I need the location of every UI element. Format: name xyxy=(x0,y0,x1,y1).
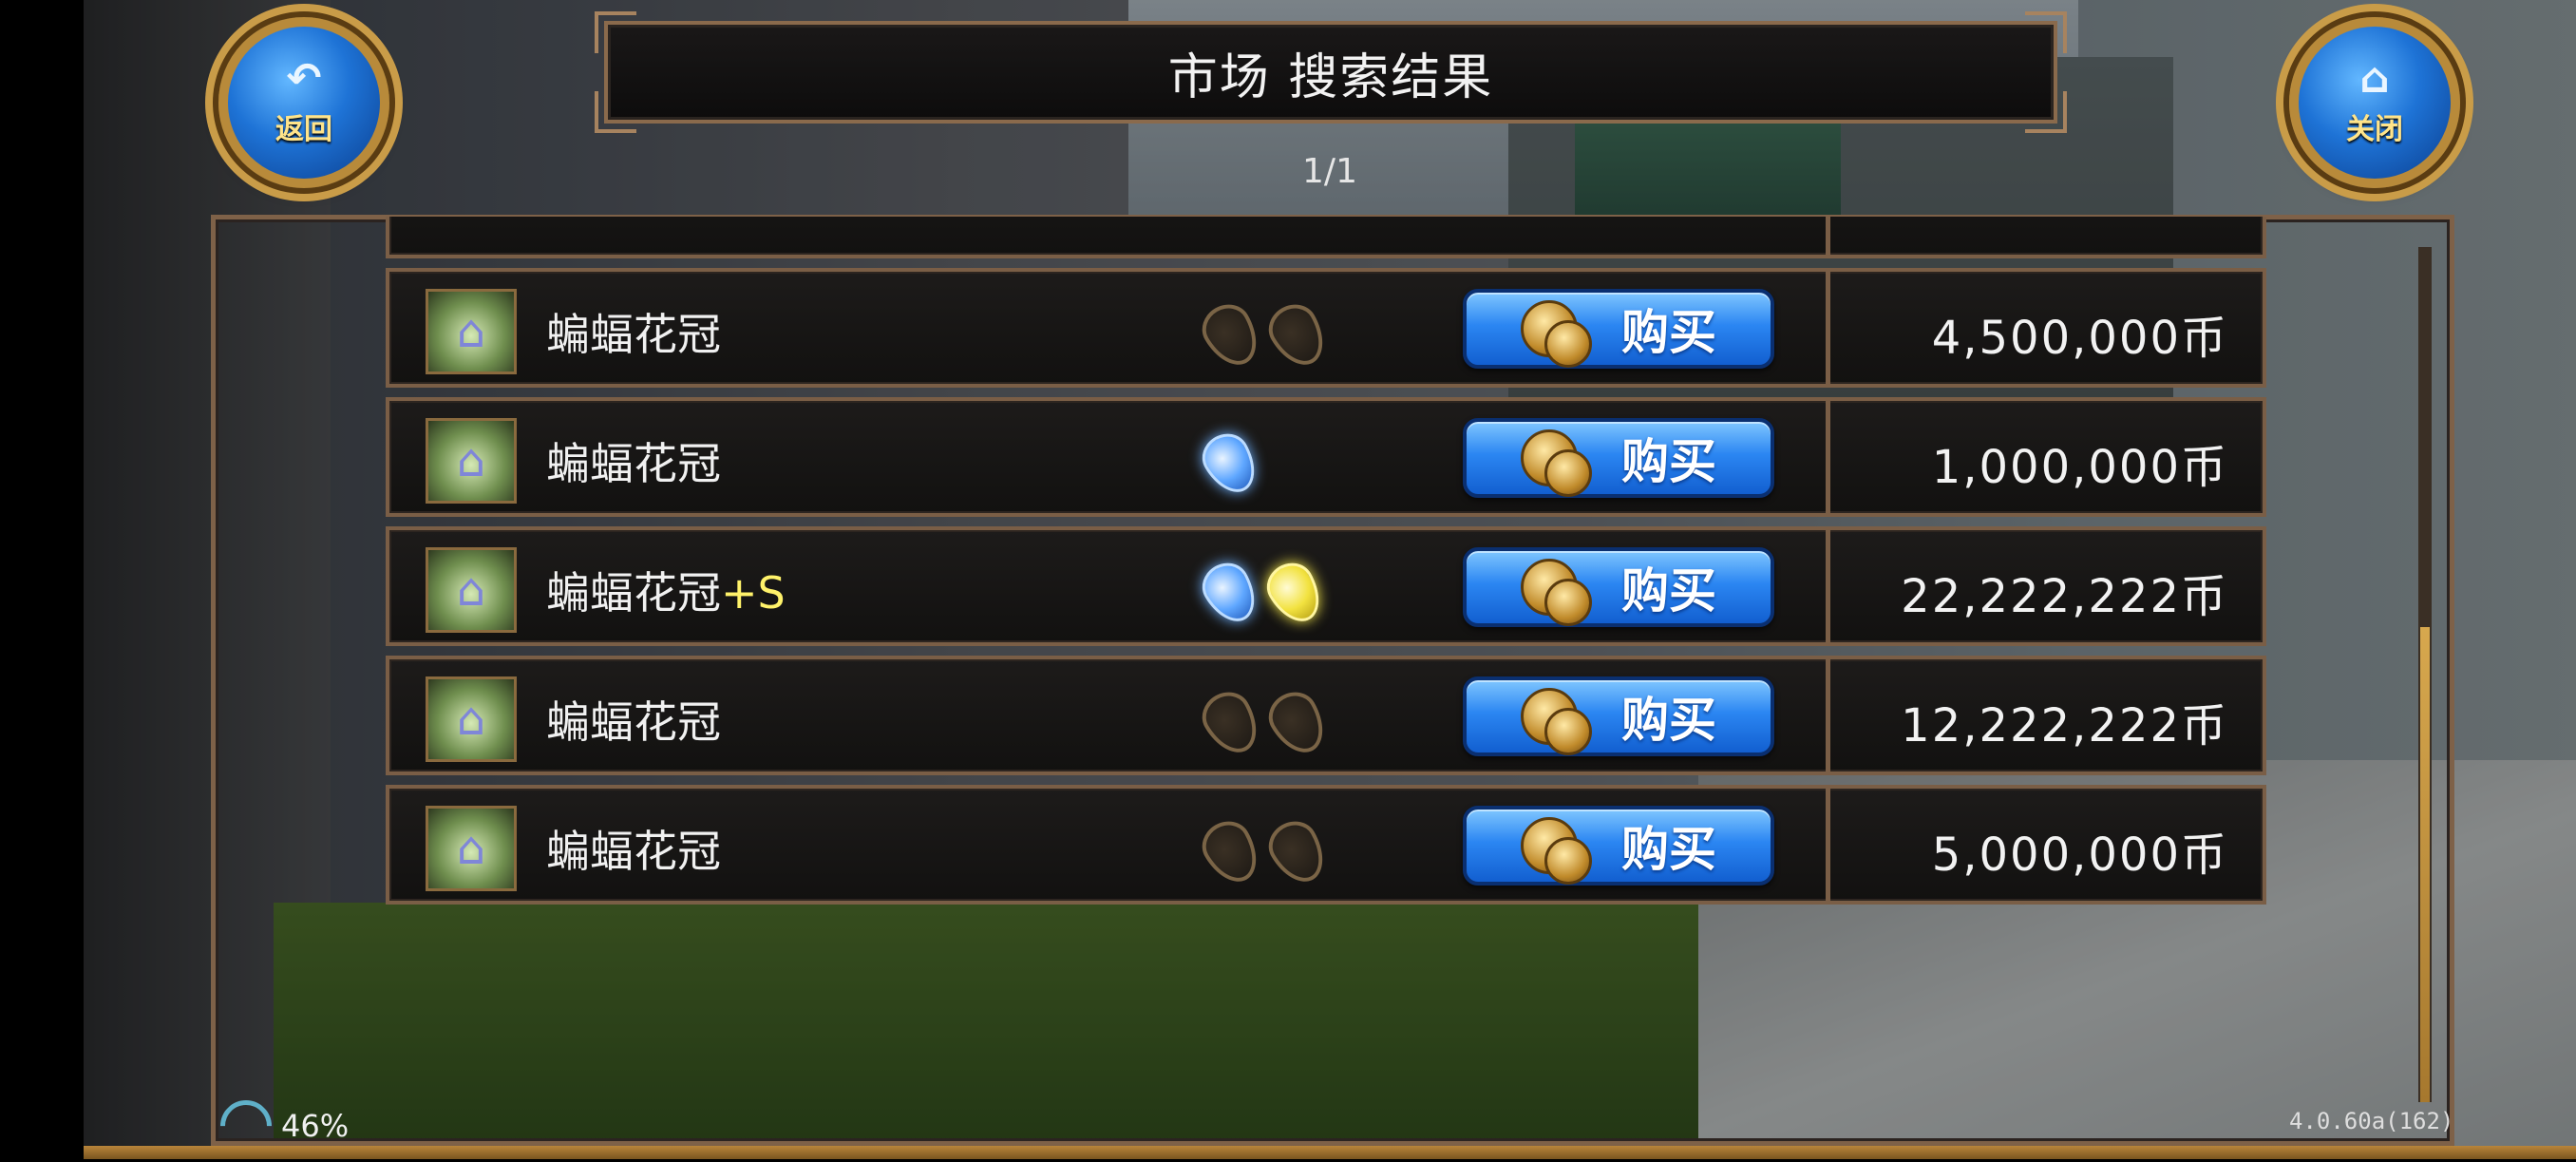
hat-icon: ⌂ xyxy=(426,806,517,891)
buy-button-label: 购买 xyxy=(1621,822,1716,877)
table-row[interactable]: ⌂ 蝙蝠花冠 购买 1,000,000币 xyxy=(386,397,2266,517)
frame-corner xyxy=(595,11,636,53)
buy-button[interactable]: 购买 xyxy=(1463,547,1774,627)
page-indicator: 1/1 xyxy=(1302,152,1357,191)
item-price: 12,222,222币 xyxy=(1901,699,2228,752)
hat-icon: ⌂ xyxy=(426,676,517,762)
table-row[interactable]: ⌂ 蝙蝠花冠 购买 5,000,000币 xyxy=(386,785,2266,905)
gem-slot-icon xyxy=(1259,554,1331,632)
buy-button[interactable]: 购买 xyxy=(1463,806,1774,886)
table-row-partial xyxy=(386,217,2266,258)
gem-slot-icon xyxy=(1193,812,1269,892)
back-button[interactable]: ↶ 返回 xyxy=(218,17,389,188)
back-arrow-icon: ↶ xyxy=(286,54,322,103)
table-row[interactable]: ⌂ 蝙蝠花冠+S 购买 22,222,222币 xyxy=(386,526,2266,646)
column-divider xyxy=(1826,789,1830,901)
item-name: 蝙蝠花冠 xyxy=(546,826,721,877)
gem-slot-icon xyxy=(1260,295,1335,375)
frame-corner xyxy=(595,91,636,133)
buy-button-label: 购买 xyxy=(1621,563,1716,619)
coin-icon xyxy=(1521,817,1592,885)
item-name: 蝙蝠花冠 xyxy=(546,696,721,748)
status-bar: 46% xyxy=(209,1089,350,1162)
battery-percent: 46% xyxy=(281,1108,350,1144)
frame-corner xyxy=(2025,91,2067,133)
results-list: ⌂ 蝙蝠花冠 购买 4,500,000币 ⌂ 蝙蝠花冠 购买 1,000,000… xyxy=(386,217,2266,918)
item-price: 22,222,222币 xyxy=(1901,570,2228,623)
buy-button-label: 购买 xyxy=(1621,305,1716,360)
item-name: 蝙蝠花冠 xyxy=(546,438,721,489)
version-label: 4.0.60a(162) xyxy=(2289,1108,2454,1134)
buy-button[interactable]: 购买 xyxy=(1463,676,1774,756)
buy-button-label: 购买 xyxy=(1621,693,1716,748)
gem-slot-icon xyxy=(1194,425,1266,503)
gem-slots xyxy=(1194,425,1266,503)
frame-corner xyxy=(2025,11,2067,53)
close-button-label: 关闭 xyxy=(2346,113,2403,146)
home-icon: ⌂ xyxy=(2359,54,2390,103)
gem-slot-icon xyxy=(1193,295,1269,375)
coin-icon xyxy=(1521,688,1592,755)
hat-icon: ⌂ xyxy=(426,418,517,504)
gem-slots xyxy=(1194,554,1331,632)
gem-slot-icon xyxy=(1194,554,1266,632)
gem-slots xyxy=(1193,812,1335,892)
page-title: 市场 搜索结果 xyxy=(1167,48,1494,106)
item-suffix: +S xyxy=(721,567,786,619)
column-divider xyxy=(1826,217,1830,255)
scrollbar-thumb[interactable] xyxy=(2420,627,2430,1102)
gem-slot-icon xyxy=(1260,812,1335,892)
table-row[interactable]: ⌂ 蝙蝠花冠 购买 4,500,000币 xyxy=(386,268,2266,388)
gem-slots xyxy=(1193,295,1335,375)
item-price: 1,000,000币 xyxy=(1931,441,2228,494)
buy-button-label: 购买 xyxy=(1621,434,1716,489)
title-bar: 市场 搜索结果 xyxy=(595,11,2067,133)
column-divider xyxy=(1826,401,1830,513)
column-divider xyxy=(1826,530,1830,642)
column-divider xyxy=(1826,659,1830,771)
gem-slots xyxy=(1193,683,1335,763)
item-name: 蝙蝠花冠+S xyxy=(546,567,786,619)
hat-icon: ⌂ xyxy=(426,289,517,374)
table-row[interactable]: ⌂ 蝙蝠花冠 购买 12,222,222币 xyxy=(386,656,2266,775)
hat-icon: ⌂ xyxy=(426,547,517,633)
back-button-label: 返回 xyxy=(275,113,332,146)
item-name: 蝙蝠花冠 xyxy=(546,309,721,360)
close-button[interactable]: ⌂ 关闭 xyxy=(2289,17,2460,188)
bottom-border xyxy=(84,1146,2576,1159)
gem-slot-icon xyxy=(1260,683,1335,763)
gem-slot-icon xyxy=(1193,683,1269,763)
buy-button[interactable]: 购买 xyxy=(1463,418,1774,498)
item-price: 4,500,000币 xyxy=(1931,312,2228,365)
coin-icon xyxy=(1521,300,1592,368)
item-price: 5,000,000币 xyxy=(1931,829,2228,882)
coin-icon xyxy=(1521,559,1592,626)
buy-button[interactable]: 购买 xyxy=(1463,289,1774,369)
column-divider xyxy=(1826,272,1830,384)
coin-icon xyxy=(1521,429,1592,497)
